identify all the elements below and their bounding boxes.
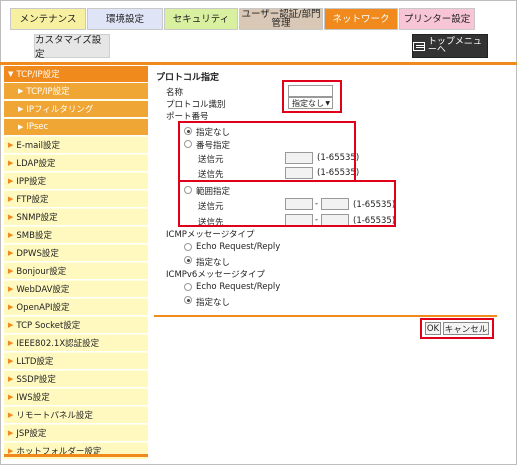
sidebar-item-label: FTP設定 bbox=[16, 195, 49, 205]
sidebar-item[interactable]: ▶ OpenAPI設定 bbox=[4, 299, 148, 316]
sidebar-item-label: E-mail設定 bbox=[16, 141, 61, 151]
sidebar-bottom-bar bbox=[4, 454, 148, 457]
arrow-right-icon: ▶ bbox=[8, 321, 14, 329]
sidebar-item-label: DPWS設定 bbox=[16, 249, 59, 259]
sidebar-item-label: IEEE802.1X認証設定 bbox=[16, 339, 100, 349]
arrow-right-icon: ▶ bbox=[8, 177, 14, 185]
name-label: 名称 bbox=[166, 88, 184, 98]
tab-security[interactable]: セキュリティ bbox=[164, 8, 238, 30]
sidebar-item[interactable]: ▶ DPWS設定 bbox=[4, 245, 148, 262]
menu-icon bbox=[413, 41, 425, 51]
sidebar-item-label: LLTD設定 bbox=[16, 357, 54, 367]
arrow-right-icon: ▶ bbox=[8, 393, 14, 401]
sidebar-item[interactable]: ▶ WebDAV設定 bbox=[4, 281, 148, 298]
highlight-buttons bbox=[420, 318, 494, 339]
sidebar-item-label: SSDP設定 bbox=[16, 375, 56, 385]
sidebar-item[interactable]: ▶ IPsec bbox=[4, 119, 148, 136]
arrow-right-icon: ▶ bbox=[8, 267, 14, 275]
highlight-port-range bbox=[178, 180, 396, 227]
sidebar-item[interactable]: ▶ IPフィルタリング bbox=[4, 101, 148, 118]
sidebar-item-label: WebDAV設定 bbox=[16, 285, 70, 295]
arrow-right-icon: ▶ bbox=[8, 249, 14, 257]
tab-user-auth[interactable]: ユーザー認証/部門管理 bbox=[239, 8, 323, 30]
sidebar-item[interactable]: ▶ LLTD設定 bbox=[4, 353, 148, 370]
icmpv6-none-radio[interactable] bbox=[184, 296, 192, 304]
sidebar-item[interactable]: ▼ TCP/IP設定 bbox=[4, 66, 148, 83]
sidebar-item[interactable]: ▶ TCP/IP設定 bbox=[4, 83, 148, 100]
sidebar-item-label: SNMP設定 bbox=[16, 213, 58, 223]
tab-network[interactable]: ネットワーク bbox=[324, 8, 398, 30]
sidebar-item[interactable]: ▶ リモートパネル設定 bbox=[4, 407, 148, 424]
sidebar-item-label: LDAP設定 bbox=[16, 159, 56, 169]
arrow-right-icon: ▶ bbox=[8, 357, 14, 365]
tab-maintenance[interactable]: メンテナンス bbox=[10, 8, 86, 30]
highlight-port-number bbox=[178, 121, 356, 182]
arrow-right-icon: ▶ bbox=[18, 87, 24, 95]
sidebar-item-label: TCP Socket設定 bbox=[16, 321, 81, 331]
arrow-right-icon: ▶ bbox=[8, 339, 14, 347]
sidebar-item-label: TCP/IP設定 bbox=[16, 70, 60, 80]
sidebar-item[interactable]: ▶ IWS設定 bbox=[4, 389, 148, 406]
icmp-echo-label: Echo Request/Reply bbox=[196, 242, 281, 252]
tab-customize[interactable]: カスタマイズ設定 bbox=[34, 34, 110, 60]
sidebar-item-label: JSP設定 bbox=[16, 429, 47, 439]
arrow-right-icon: ▶ bbox=[8, 285, 14, 293]
sidebar-item[interactable]: ▶ ホットフォルダー設定 bbox=[4, 443, 148, 460]
icmpv6-echo-label: Echo Request/Reply bbox=[196, 282, 281, 292]
section-title: プロトコル指定 bbox=[156, 73, 220, 83]
highlight-name-protocol bbox=[282, 80, 342, 113]
sidebar-item-label: SMB設定 bbox=[16, 231, 52, 241]
arrow-right-icon: ▶ bbox=[8, 429, 14, 437]
sidebar-item-label: TCP/IP設定 bbox=[26, 87, 70, 97]
icmp-label: ICMPメッセージタイプ bbox=[166, 230, 255, 240]
icmp-echo-radio[interactable] bbox=[184, 243, 192, 251]
tab-printer[interactable]: プリンター設定 bbox=[399, 8, 475, 30]
sidebar-item-label: IWS設定 bbox=[16, 393, 50, 403]
sidebar-item[interactable]: ▶ FTP設定 bbox=[4, 191, 148, 208]
sidebar-item-label: OpenAPI設定 bbox=[16, 303, 70, 313]
arrow-right-icon: ▶ bbox=[8, 159, 14, 167]
sidebar-item[interactable]: ▶ LDAP設定 bbox=[4, 155, 148, 172]
icmpv6-label: ICMPv6メッセージタイプ bbox=[166, 270, 266, 280]
sidebar-item-label: IPP設定 bbox=[16, 177, 47, 187]
sidebar-item-label: IPフィルタリング bbox=[26, 105, 94, 115]
sidebar-item[interactable]: ▶ E-mail設定 bbox=[4, 137, 148, 154]
sidebar: ▼ TCP/IP設定 ▶ TCP/IP設定 ▶ IPフィルタリング ▶ IPsec ▶ E-mai… bbox=[4, 66, 148, 460]
sidebar-item[interactable]: ▶ Bonjour設定 bbox=[4, 263, 148, 280]
arrow-right-icon: ▶ bbox=[8, 141, 14, 149]
arrow-right-icon: ▶ bbox=[8, 231, 14, 239]
sidebar-item[interactable]: ▶ SSDP設定 bbox=[4, 371, 148, 388]
header-divider bbox=[0, 62, 517, 65]
sidebar-item[interactable]: ▶ TCP Socket設定 bbox=[4, 317, 148, 334]
arrow-right-icon: ▶ bbox=[8, 195, 14, 203]
sidebar-item[interactable]: ▶ SMB設定 bbox=[4, 227, 148, 244]
arrow-right-icon: ▶ bbox=[8, 213, 14, 221]
top-menu-label: トップメニューへ bbox=[427, 37, 482, 55]
arrow-right-icon: ▶ bbox=[8, 375, 14, 383]
sidebar-item[interactable]: ▶ SNMP設定 bbox=[4, 209, 148, 226]
arrow-right-icon: ▶ bbox=[18, 105, 24, 113]
sidebar-item-label: リモートパネル設定 bbox=[16, 411, 93, 421]
sidebar-item-label: Bonjour設定 bbox=[16, 267, 67, 277]
sidebar-item-label: IPsec bbox=[26, 122, 49, 132]
arrow-right-icon: ▶ bbox=[8, 303, 14, 311]
protocol-label: プロトコル識別 bbox=[166, 100, 226, 110]
sidebar-item[interactable]: ▶ IEEE802.1X認証設定 bbox=[4, 335, 148, 352]
arrow-right-icon: ▶ bbox=[18, 123, 24, 131]
icmp-none-radio[interactable] bbox=[184, 256, 192, 264]
expand-arrow-icon: ▼ bbox=[8, 70, 14, 78]
sidebar-item[interactable]: ▶ JSP設定 bbox=[4, 425, 148, 442]
tab-environment[interactable]: 環境設定 bbox=[87, 8, 163, 30]
content-divider bbox=[154, 315, 497, 317]
icmpv6-none-label: 指定なし bbox=[196, 298, 231, 308]
icmpv6-echo-radio[interactable] bbox=[184, 283, 192, 291]
top-menu-button[interactable]: トップメニューへ bbox=[412, 34, 488, 58]
icmp-none-label: 指定なし bbox=[196, 258, 231, 268]
arrow-right-icon: ▶ bbox=[8, 411, 14, 419]
sidebar-item[interactable]: ▶ IPP設定 bbox=[4, 173, 148, 190]
